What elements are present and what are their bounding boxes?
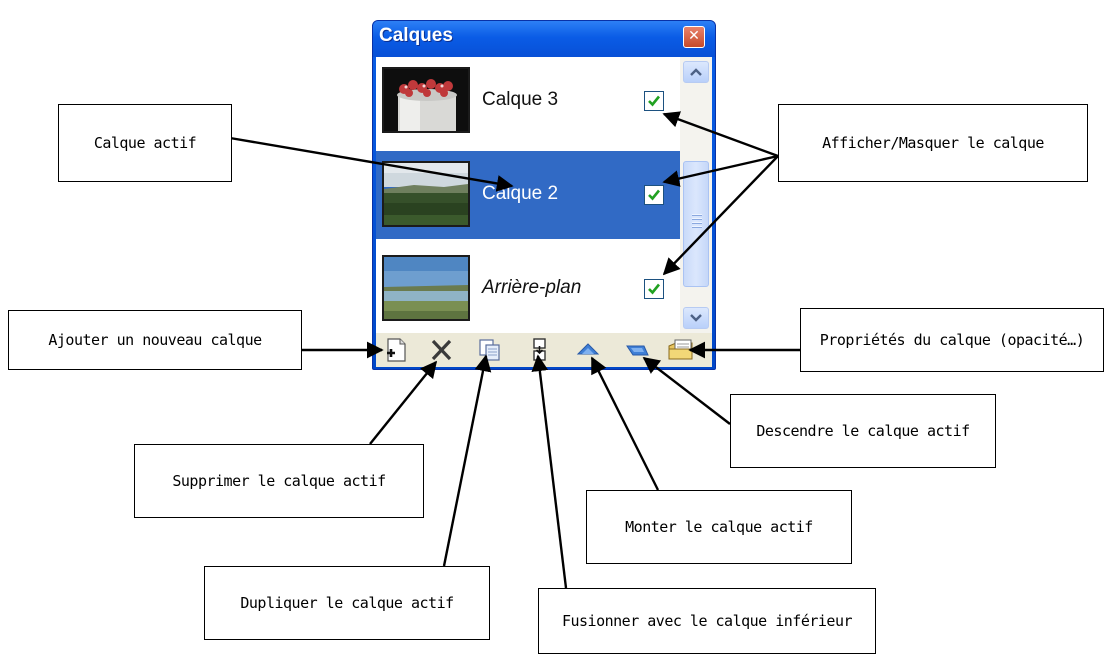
layers-diagram: Calques ✕ Calque 3 Calque 2 Arrière-plan…: [0, 0, 1104, 656]
arrow-monter: [590, 356, 660, 491]
callout-fusionner: Fusionner avec le calque inférieur: [538, 588, 876, 654]
arrow-supprimer: [369, 360, 438, 445]
callout-descendre: Descendre le calque actif: [730, 394, 996, 468]
arrow-descendre: [642, 356, 731, 425]
arrow-afficher-2: [662, 154, 779, 187]
arrow-dupliquer: [442, 354, 492, 567]
callout-dupliquer: Dupliquer le calque actif: [204, 566, 490, 640]
arrow-afficher-1: [662, 111, 779, 158]
arrow-fusionner: [531, 354, 568, 589]
callout-ajouter: Ajouter un nouveau calque: [8, 310, 302, 370]
arrow-calque-actif: [229, 136, 514, 192]
callout-afficher-masquer: Afficher/Masquer le calque: [778, 104, 1088, 182]
callout-proprietes: Propriétés du calque (opacité…): [800, 308, 1104, 372]
callout-monter: Monter le calque actif: [586, 490, 852, 564]
callout-calque-actif: Calque actif: [58, 104, 232, 182]
callout-supprimer: Supprimer le calque actif: [134, 444, 424, 518]
arrow-afficher-3: [662, 155, 779, 276]
